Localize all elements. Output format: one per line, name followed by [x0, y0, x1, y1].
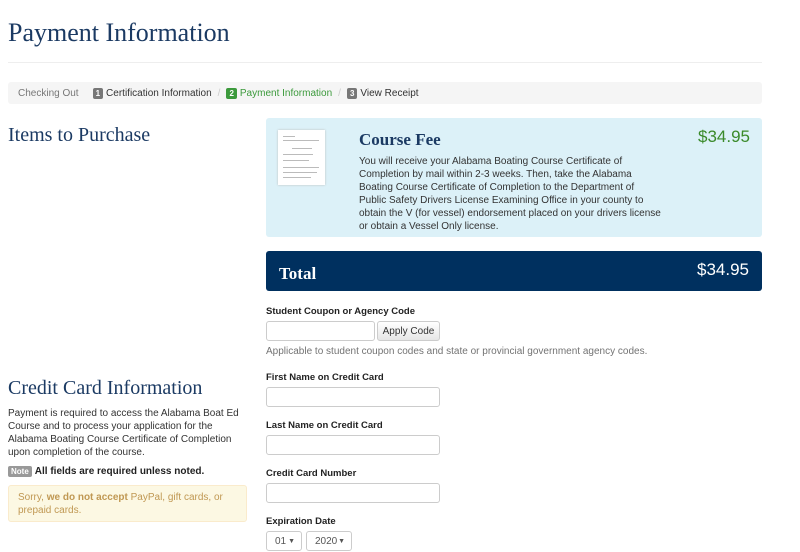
total-bar: Total $34.95: [266, 251, 762, 291]
exp-month-value: 01: [275, 535, 287, 547]
warning-bold: we do not accept: [46, 492, 128, 503]
step-label: View Receipt: [360, 87, 419, 99]
expiration-label: Expiration Date: [266, 516, 336, 527]
breadcrumb: Checking Out 1 Certification Information …: [8, 82, 762, 104]
course-fee-price: $34.95: [698, 127, 750, 146]
step-number: 3: [346, 87, 358, 99]
step-label: Certification Information: [106, 87, 212, 99]
course-fee-title: Course Fee: [359, 130, 441, 149]
apply-code-button[interactable]: Apply Code: [377, 321, 440, 341]
caret-down-icon: ▼: [338, 537, 345, 545]
payment-description: Payment is required to access the Alabam…: [8, 408, 239, 458]
divider: [8, 62, 762, 63]
breadcrumb-start: Checking Out: [18, 87, 79, 99]
coupon-input[interactable]: [266, 321, 375, 341]
coupon-help: Applicable to student coupon codes and s…: [266, 346, 648, 357]
step-certification[interactable]: 1 Certification Information: [92, 87, 212, 99]
course-fee-item: Course Fee $34.95 You will receive your …: [266, 118, 762, 237]
last-name-label: Last Name on Credit Card: [266, 420, 383, 431]
page-title: Payment Information: [8, 18, 230, 47]
required-note: Note All fields are required unless noted…: [8, 466, 204, 477]
separator: /: [338, 87, 341, 99]
exp-month-select[interactable]: 01 ▼: [266, 531, 302, 551]
items-heading: Items to Purchase: [8, 124, 151, 146]
exp-year-value: 2020: [315, 535, 338, 547]
total-label: Total: [279, 264, 317, 283]
credit-card-heading: Credit Card Information: [8, 377, 203, 399]
last-name-input[interactable]: [266, 435, 440, 455]
card-number-label: Credit Card Number: [266, 468, 357, 479]
total-price: $34.95: [697, 260, 749, 279]
step-receipt: 3 View Receipt: [346, 87, 419, 99]
certificate-thumbnail: [278, 130, 325, 185]
first-name-input[interactable]: [266, 387, 440, 407]
course-fee-description: You will receive your Alabama Boating Co…: [359, 156, 661, 232]
step-label: Payment Information: [239, 87, 333, 99]
coupon-label: Student Coupon or Agency Code: [266, 306, 416, 317]
step-number: 2: [226, 87, 237, 99]
warning-text: Sorry,: [18, 492, 47, 503]
first-name-label: First Name on Credit Card: [266, 372, 384, 383]
note-badge: Note: [8, 466, 32, 477]
card-number-input[interactable]: [266, 483, 440, 503]
caret-down-icon: ▼: [288, 537, 295, 545]
separator: /: [217, 87, 221, 99]
exp-year-select[interactable]: 2020 ▼: [306, 531, 352, 551]
payment-warning: Sorry, we do not accept PayPal, gift car…: [8, 485, 247, 522]
step-payment: 2 Payment Information: [226, 87, 333, 99]
step-number: 1: [92, 87, 104, 99]
note-text: All fields are required unless noted.: [34, 466, 205, 477]
